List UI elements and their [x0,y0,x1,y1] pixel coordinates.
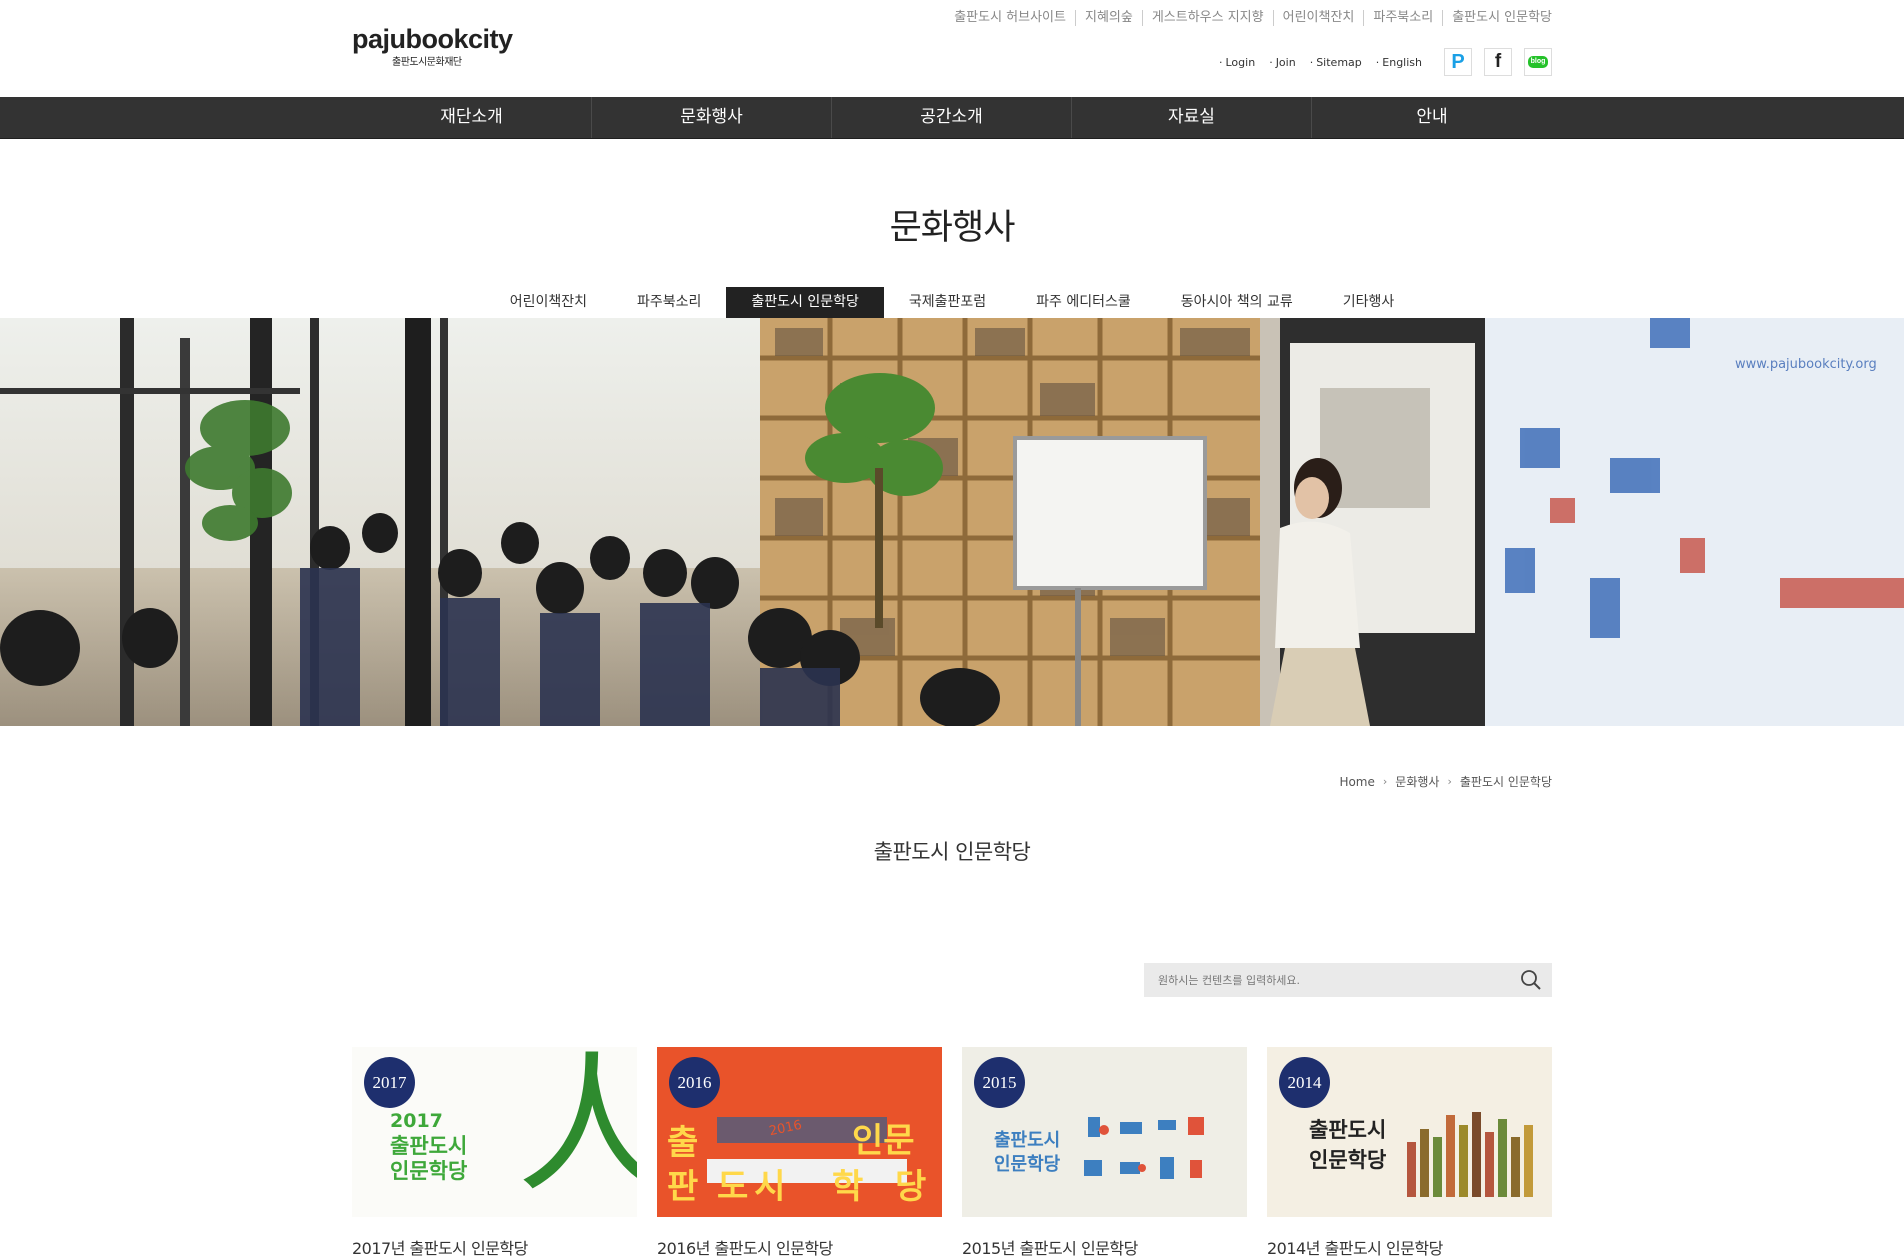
card-title[interactable]: 2015년 출판도시 인문학당 [962,1235,1247,1259]
poster-2017-line: 인문학당 [390,1159,468,1183]
humanities-school-list: 2017 2017 출판도시 인문학당 人 2017년 출판도시 인문학당 20… [352,1047,1552,1259]
facebook-icon[interactable]: f [1484,48,1512,76]
poster-2014-books-illustration [1407,1112,1533,1197]
link-children-book-festival[interactable]: 어린이책잔치 [1274,10,1365,26]
tab-east-asia-exchange[interactable]: 동아시아 책의 교류 [1156,287,1318,318]
list-item[interactable]: 2014 출판도시 인문학당 2014년 출판도시 인문학당 [1267,1047,1552,1259]
hero-photo-illustration: www.pajubookcity.org [0,318,1904,726]
list-item[interactable]: 2015 출판도시 인문학당 2015년 출판도시 인문학당 [962,1047,1247,1259]
year-badge: 2014 [1279,1057,1330,1108]
poster-2017-line: 출판도시 [390,1134,468,1158]
breadcrumb-current: 출판도시 인문학당 [1459,775,1552,789]
english-link[interactable]: English [1376,56,1422,69]
link-guesthouse[interactable]: 게스트하우스 지지향 [1143,10,1274,26]
search-input[interactable] [1144,963,1508,997]
poster-2016-char: 출 [667,1123,699,1163]
family-site-links: 출판도시 허브사이트 지혜의숲 게스트하우스 지지향 어린이책잔치 파주북소리 … [945,10,1552,26]
poster-2015-thumbnail[interactable]: 2015 출판도시 인문학당 [962,1047,1247,1217]
poster-2015-illustrations [1084,1117,1204,1179]
site-logo[interactable]: pajubookcity 출판도시문화재단 [352,24,513,68]
content-search [1144,963,1552,997]
poster-2014-thumbnail[interactable]: 2014 출판도시 인문학당 [1267,1047,1552,1217]
search-icon[interactable] [1520,969,1542,991]
tab-editors-school[interactable]: 파주 에디터스쿨 [1011,287,1156,318]
poster-2015-title: 출판도시 인문학당 [994,1129,1060,1177]
breadcrumb: Home › 문화행사 › 출판도시 인문학당 [1339,773,1552,790]
year-badge: 2016 [669,1057,720,1108]
poster-2017-title: 2017 출판도시 인문학당 [390,1109,467,1184]
year-badge: 2017 [364,1057,415,1108]
breadcrumb-home[interactable]: Home [1339,775,1374,789]
blog-icon[interactable]: blog [1524,48,1552,76]
poster-2015-line: 인문학당 [994,1154,1061,1175]
poster-2017-thumbnail[interactable]: 2017 2017 출판도시 인문학당 人 [352,1047,637,1217]
poster-2017-calligraphy: 人 [517,1047,637,1213]
blog-icon-glyph: blog [1527,56,1549,68]
chevron-right-icon: › [1447,775,1452,788]
card-title[interactable]: 2017년 출판도시 인문학당 [352,1235,637,1259]
join-link[interactable]: Join [1269,56,1296,69]
link-humanities-school[interactable]: 출판도시 인문학당 [1443,10,1552,26]
list-item[interactable]: 2017 2017 출판도시 인문학당 人 2017년 출판도시 인문학당 [352,1047,637,1259]
poster-2016-char: 인문 [852,1121,915,1161]
breadcrumb-cultural-events[interactable]: 문화행사 [1395,773,1439,790]
logo-sub-text: 출판도시문화재단 [392,57,462,68]
utility-menu: Login Join Sitemap English P f blog [1219,48,1552,76]
card-title[interactable]: 2014년 출판도시 인문학당 [1267,1235,1552,1259]
tab-international-forum[interactable]: 국제출판포럼 [884,287,1011,318]
poster-2016-char: 도시 [717,1167,792,1207]
nav-cultural-events[interactable]: 문화행사 [592,97,832,138]
link-forest-of-wisdom[interactable]: 지혜의숲 [1076,10,1143,26]
tab-children-book-festival[interactable]: 어린이책잔치 [485,287,612,318]
sub-tabs: 어린이책잔치 파주북소리 출판도시 인문학당 국제출판포럼 파주 에디터스쿨 동… [0,287,1904,318]
poster-2015-line: 출판도시 [994,1130,1061,1151]
hero-photo: www.pajubookcity.org [0,318,1904,726]
logo-main-text: pajubookcity [352,24,513,54]
tab-paju-booksori[interactable]: 파주북소리 [612,287,726,318]
tab-humanities-school[interactable]: 출판도시 인문학당 [726,287,884,318]
site-header: pajubookcity 출판도시문화재단 출판도시 허브사이트 지혜의숲 게스… [0,0,1904,97]
nav-foundation[interactable]: 재단소개 [352,97,592,138]
tab-other-events[interactable]: 기타행사 [1318,287,1420,318]
poster-2014-title: 출판도시 인문학당 [1309,1115,1386,1175]
poster-2016-char: 판 [667,1167,699,1207]
poster-2014-line: 인문학당 [1309,1148,1387,1172]
post-icon-glyph: P [1451,50,1465,73]
section-title: 출판도시 인문학당 [873,840,1031,864]
link-paju-booksori[interactable]: 파주북소리 [1364,10,1444,26]
main-navigation: 재단소개 문화행사 공간소개 자료실 안내 [0,97,1904,139]
nav-spaces[interactable]: 공간소개 [832,97,1072,138]
chevron-right-icon: › [1382,775,1388,788]
poster-2014-line: 출판도시 [1309,1118,1387,1142]
poster-2016-char: 학 [832,1167,864,1207]
link-hub-site[interactable]: 출판도시 허브사이트 [945,10,1076,26]
nav-archive[interactable]: 자료실 [1072,97,1312,138]
sitemap-link[interactable]: Sitemap [1310,56,1362,69]
page-title: 문화행사 [889,208,1016,248]
main-navigation-inner: 재단소개 문화행사 공간소개 자료실 안내 [352,97,1552,138]
poster-2017-line: 2017 [390,1110,443,1132]
poster-2016-char: 당 [895,1167,927,1207]
list-item[interactable]: 2016 출 판 도시 학 인문 당 2016 2016년 출판도시 인문학당 [657,1047,942,1259]
facebook-icon-glyph: f [1494,51,1502,72]
post-icon[interactable]: P [1444,48,1472,76]
year-badge: 2015 [974,1057,1025,1108]
nav-guide[interactable]: 안내 [1312,97,1552,138]
poster-2016-thumbnail[interactable]: 2016 출 판 도시 학 인문 당 2016 [657,1047,942,1217]
login-link[interactable]: Login [1219,56,1256,69]
hero-banner-url: www.pajubookcity.org [1735,357,1877,372]
card-title[interactable]: 2016년 출판도시 인문학당 [657,1235,942,1259]
